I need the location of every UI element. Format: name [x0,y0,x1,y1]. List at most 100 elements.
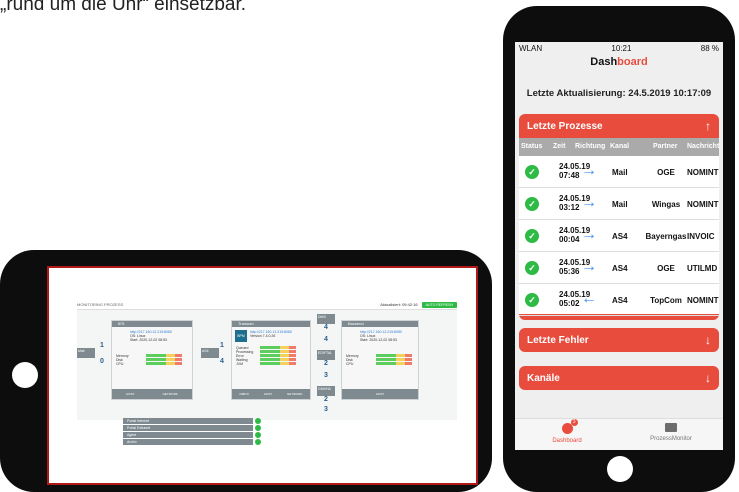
tablet-device: MONITORING PROZESS Aktualisiert: 09:42:1… [0,250,492,492]
node-backend[interactable]: Backend http://217.160.12.219:8080 OS: L… [341,320,419,400]
channel-box-gmxha[interactable]: GMXHA [317,386,335,396]
ediftal-count-top: 2 [324,360,328,367]
metric-label: CPU [346,362,354,366]
page-title: Dashboard [590,56,648,68]
card-letzte-prozesse-header[interactable]: Letzte Prozesse ↑ [519,114,719,138]
table-row[interactable]: ✓ 24.05.19 07:48 → Mail OGE NOMINT [519,156,719,188]
node-backend-bars [376,354,412,366]
table-row[interactable]: ✓ 24.05.19 05:36 → AS4 OGE UTILMD [519,252,719,284]
tab-dashboard[interactable]: 3 Dashboard [515,419,619,444]
wifi-status: WLAN [519,43,543,53]
card-title: Letzte Prozesse [527,120,603,132]
node-transum-inbox-tab[interactable]: INBOX [239,392,248,396]
process-table: ✓ 24.05.19 07:48 → Mail OGE NOMINT ✓ 24.0… [519,156,719,316]
channel-box-mail[interactable]: Mail [77,348,95,358]
mail-count-bottom: 0 [100,358,104,365]
process-row[interactable]: Portal Extranet [123,425,261,431]
auto-refresh-button[interactable]: AUTO REFRESH [421,301,457,308]
arrow-up-icon: ↑ [705,119,711,133]
channel-box-ediftal[interactable]: EDIFTAL [317,350,335,360]
battery-status: 88 % [700,43,719,53]
as4-count-top: 1 [220,342,224,349]
card-title: Kanäle [527,372,560,384]
check-icon: ✓ [525,165,539,179]
process-row[interactable]: Archiv [123,439,261,445]
mail-count-top: 1 [100,342,104,349]
col-zeit: Zeit [553,143,566,150]
gmxha-count-top: 2 [324,396,328,403]
card-title: Letzte Fehler [527,334,589,346]
phone-screen: WLAN 10:21 88 % Dashboard Letzte Aktuali… [515,42,723,450]
notification-badge: 3 [570,419,578,426]
arrow-right-icon: → [581,194,597,211]
card-letzte-prozesse: Letzte Prozesse ↑ Status Zeit Richtung K… [519,114,719,320]
arrow-left-icon: ← [581,290,597,307]
process-row[interactable]: Agent [123,432,261,438]
channel-box-as4[interactable]: AS4 [201,348,219,358]
node-ies[interactable]: IES http://217.160.12.219:8080 OS: Linux… [111,320,193,400]
arrow-right-icon: → [581,226,597,243]
process-status-list: Portal Internet Portal Extranet Agent Ar… [123,418,261,446]
node-ies-host-tab[interactable]: HOST [126,392,134,396]
node-transum-version: Version 7.4.0.26 [250,334,276,338]
metric-label: JVM [236,362,243,366]
gmxha-count-bottom: 3 [324,406,328,413]
status-ok-icon [255,439,261,445]
node-ies-bars [146,354,182,366]
monitor-icon [665,423,677,432]
status-ok-icon [255,432,261,438]
col-nachricht: Nachricht [687,143,720,150]
node-ies-title: IES [112,321,192,327]
monitoring-topbar: MONITORING PROZESS Aktualisiert: 09:42:1… [77,300,457,310]
check-icon: ✓ [525,197,539,211]
last-update-text: Letzte Aktualisierung: 24.5.2019 10:17:0… [526,88,712,99]
col-richtung: Richtung [575,143,606,150]
dashboard-icon: 3 [561,419,578,434]
check-icon: ✓ [525,229,539,243]
caption-text: „rund um die Uhr“ einsetzbar. [0,0,247,15]
table-row[interactable]: ✓ 24.05.19 03:12 → Mail Wingas NOMINT [519,188,719,220]
tablet-screen: MONITORING PROZESS Aktualisiert: 09:42:1… [47,266,478,485]
updated-timestamp: Aktualisiert: 09:42:16 [380,302,418,307]
arrow-right-icon: → [581,258,597,275]
dms-count-top: 4 [324,324,328,331]
check-icon: ✓ [525,293,539,307]
status-bar: WLAN 10:21 88 % [515,42,723,54]
ediftal-count-bottom: 3 [324,372,328,379]
table-row[interactable]: ✓ 24.05.19 00:04 → AS4 Bayerngas INVOIC [519,220,719,252]
check-icon: ✓ [525,261,539,275]
monitoring-title: MONITORING PROZESS [77,302,124,307]
node-transum[interactable]: Transum BPM http://217.160.13.219:8080 V… [231,320,311,400]
status-ok-icon [255,425,261,431]
col-status: Status [521,143,543,150]
tab-prozessmonitor[interactable]: ProzessMonitor [619,423,723,442]
node-backend-start: Start: 2020-12-02 08:53 [360,338,397,342]
arrow-down-icon: ↓ [705,371,711,385]
bpm-logo: BPM [235,330,247,342]
node-transum-bars [260,346,296,366]
dms-count-bottom: 4 [324,336,328,343]
status-ok-icon [255,418,261,424]
phone-home-button[interactable] [607,456,633,482]
as4-count-bottom: 4 [220,358,224,365]
col-kanal: Kanal [610,143,630,150]
tablet-home-button[interactable] [12,362,38,388]
phone-device: WLAN 10:21 88 % Dashboard Letzte Aktuali… [503,6,735,492]
table-row[interactable]: ✓ 24.05.19 05:02 ← AS4 TopCom NOMINT [519,284,719,316]
node-backend-title: Backend [342,321,418,327]
node-backend-host-tab[interactable]: HOST [376,392,384,396]
card-kanaele[interactable]: Kanäle ↓ [519,366,719,390]
channel-box-dms[interactable]: DMS [317,314,335,324]
arrow-down-icon: ↓ [705,333,711,347]
table-header: Status Zeit Richtung Kanal Partner Nachr… [519,138,719,156]
node-transum-network-tab[interactable]: NETWORK [287,392,302,396]
node-transum-host-tab[interactable]: HOST [264,392,272,396]
tab-bar: 3 Dashboard ProzessMonitor [515,418,723,450]
col-partner: Partner [653,143,678,150]
card-letzte-fehler[interactable]: Letzte Fehler ↓ [519,328,719,352]
node-transum-title: Transum [232,321,310,327]
metric-label: CPU [116,362,124,366]
process-row[interactable]: Portal Internet [123,418,261,424]
node-ies-network-tab[interactable]: NETWORK [163,392,178,396]
arrow-right-icon: → [581,162,597,179]
